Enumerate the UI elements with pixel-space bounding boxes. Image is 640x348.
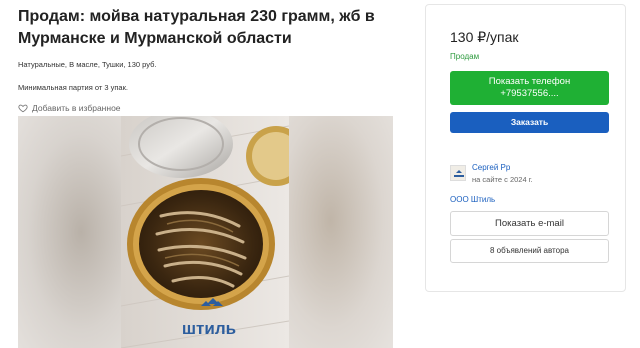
product-photo[interactable]: штиль <box>18 116 393 348</box>
canned-fish-image: штиль <box>121 116 289 348</box>
phone-number-partial: +79537556.... <box>500 88 559 99</box>
company-link[interactable]: ООО Штиль <box>450 195 495 204</box>
avatar[interactable] <box>450 165 466 181</box>
heart-icon <box>18 104 28 113</box>
author-ads-button[interactable]: 8 объявлений автора <box>450 239 609 263</box>
show-email-button[interactable]: Показать e-mail <box>450 211 609 236</box>
seller-logo-icon <box>454 170 464 177</box>
add-to-favorites-label: Добавить в избранное <box>32 103 121 113</box>
photo-blur-right <box>289 116 393 348</box>
min-lot-text: Минимальная партия от 3 упак. <box>18 83 128 92</box>
page-title: Продам: мойва натуральная 230 грамм, жб … <box>18 8 375 47</box>
listing-header: Продам: мойва натуральная 230 грамм, жб … <box>18 0 398 113</box>
seller-name-link[interactable]: Сергей Рр <box>472 163 510 172</box>
photo-blur-left <box>18 116 123 348</box>
order-button[interactable]: Заказать <box>450 112 609 133</box>
seller-since: на сайте с 2024 г. <box>472 175 533 184</box>
show-phone-button[interactable]: Показать телефон +79537556.... <box>450 71 609 105</box>
listing-status: Продам <box>450 52 480 61</box>
seller-card: 130 ₽/упак Продам Показать телефон +7953… <box>425 4 626 292</box>
listing-tags: Натуральные, В масле, Тушки, 130 руб. <box>18 60 157 69</box>
price: 130 ₽/упак <box>450 29 519 45</box>
brand-logo-text: штиль <box>182 319 236 338</box>
show-phone-label: Показать телефон <box>488 76 571 87</box>
add-to-favorites-link[interactable]: Добавить в избранное <box>18 103 398 113</box>
